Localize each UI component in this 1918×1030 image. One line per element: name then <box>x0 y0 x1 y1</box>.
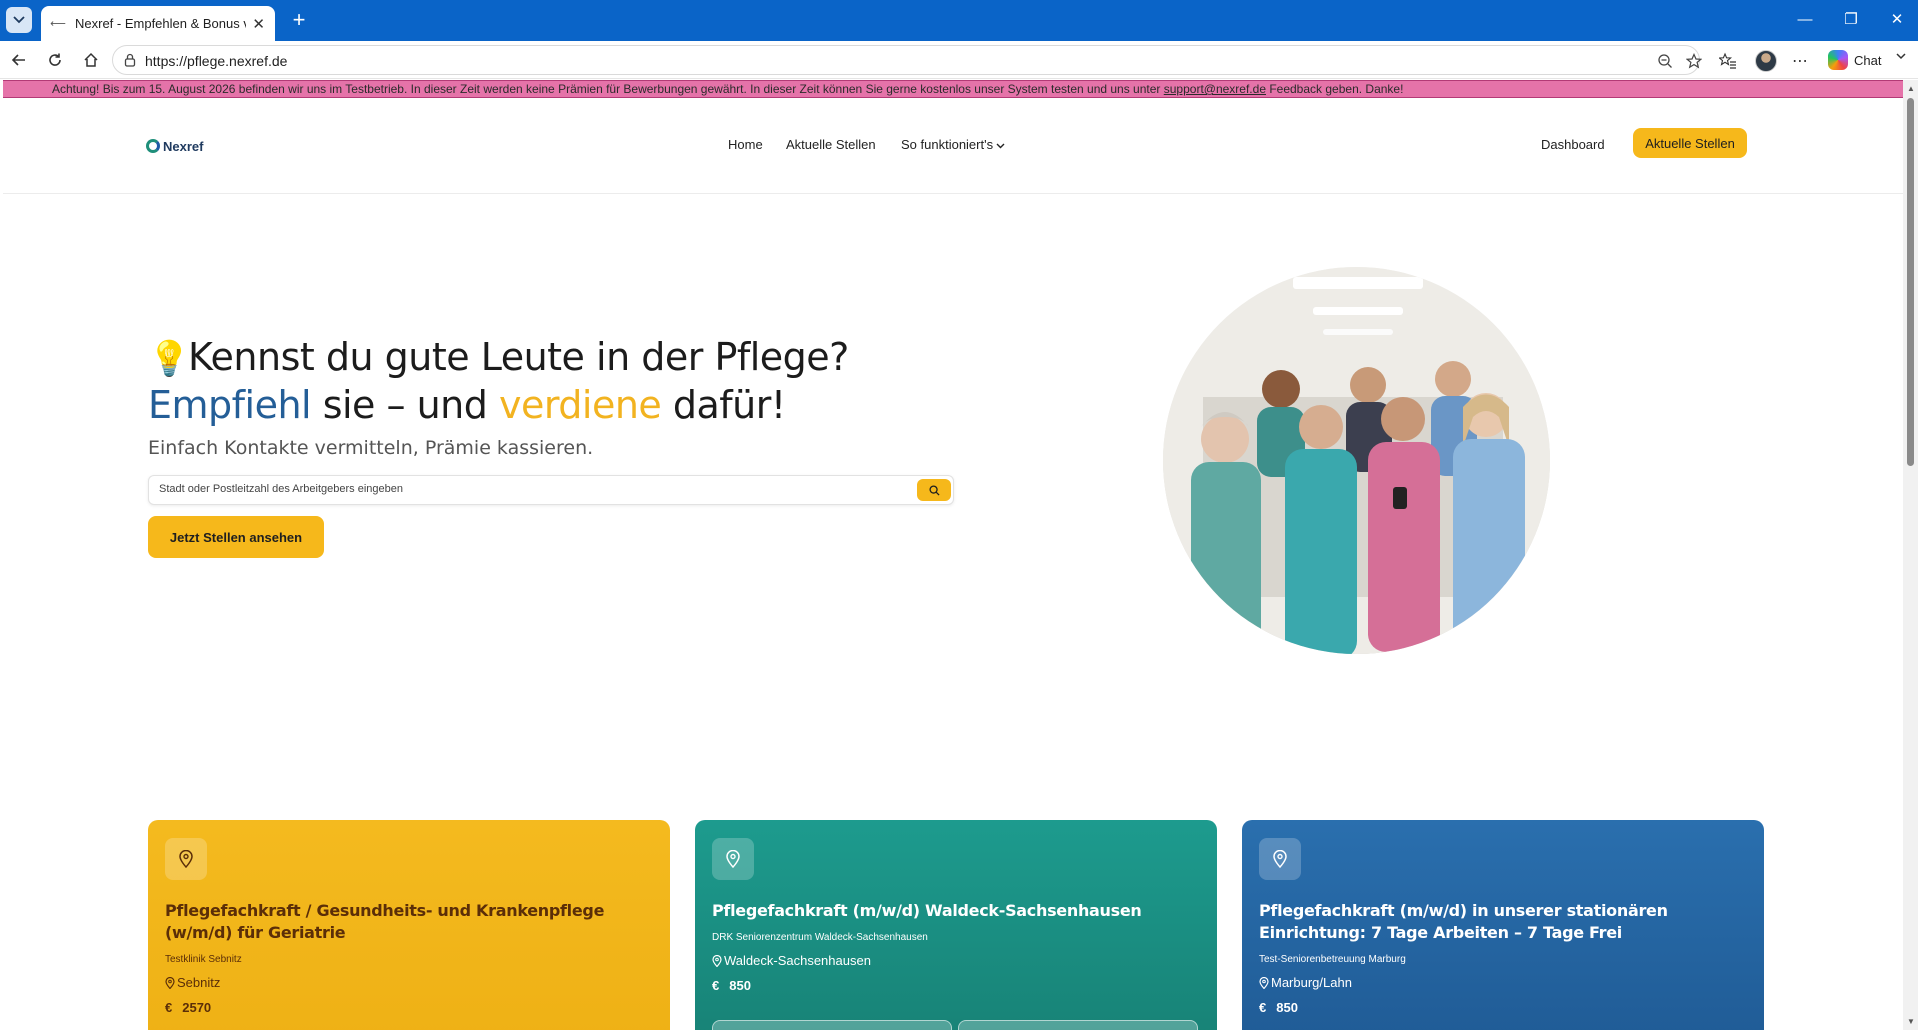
job-company: Test-Seniorenbetreuung Marburg <box>1259 954 1406 965</box>
job-location: Marburg/Lahn <box>1259 975 1747 990</box>
nav-how-label: So funktioniert's <box>901 137 994 152</box>
close-window-button[interactable]: ✕ <box>1886 10 1908 32</box>
browser-tab-active[interactable]: ⟵ Nexref - Empfehlen & Bonus verdienen ✕ <box>41 6 275 41</box>
logo-mark-icon <box>146 139 160 153</box>
job-card[interactable]: Pflegefachkraft (m/w/d) in unserer stati… <box>1242 820 1764 1030</box>
notice-text: Achtung! Bis zum 15. August 2026 befinde… <box>52 82 1164 96</box>
nav-dashboard[interactable]: Dashboard <box>1541 137 1605 152</box>
map-pin-icon <box>165 976 175 989</box>
hero-word-sie-und: sie – und <box>311 383 499 427</box>
back-button[interactable] <box>8 49 30 71</box>
search-icon <box>928 484 940 496</box>
tab-actions-button[interactable] <box>6 7 32 33</box>
restore-button[interactable]: ❐ <box>1840 10 1862 32</box>
job-bonus: € 850 <box>712 978 1200 993</box>
browser-toolbar: https://pflege.nexref.de ⋯ Chat <box>0 41 1918 79</box>
hero-word-dafuer: dafür! <box>661 383 786 427</box>
euro-icon: € <box>712 978 720 993</box>
tab-title: Nexref - Empfehlen & Bonus verdienen <box>75 16 246 31</box>
page-viewport: Achtung! Bis zum 15. August 2026 befinde… <box>3 80 1903 1030</box>
job-bonus: € 2570 <box>165 1000 653 1015</box>
job-bonus-amount: 850 <box>1276 1000 1298 1015</box>
nav-home[interactable]: Home <box>728 137 763 152</box>
job-card[interactable]: Pflegefachkraft (m/w/d) Waldeck-Sachsenh… <box>695 820 1217 1030</box>
chevron-down-icon[interactable] <box>1896 53 1906 60</box>
notice-text-end: Feedback geben. Danke! <box>1266 82 1404 96</box>
copilot-chat-button[interactable]: Chat <box>1828 49 1881 71</box>
hero-line-1: Kennst du gute Leute in der Pflege? <box>188 335 849 379</box>
close-tab-icon[interactable]: ✕ <box>252 15 265 33</box>
arrow-left-icon <box>11 54 25 66</box>
map-pin-icon <box>712 954 722 967</box>
nexref-logo[interactable]: Nexref <box>146 110 224 182</box>
chevron-down-icon <box>996 143 1005 149</box>
job-bonus: € 850 <box>1259 1000 1747 1015</box>
address-bar[interactable]: https://pflege.nexref.de <box>112 45 1703 75</box>
site-header: Nexref Home Aktuelle Stellen So funktion… <box>3 98 1903 194</box>
search-button[interactable] <box>917 479 951 501</box>
chat-label: Chat <box>1854 52 1882 68</box>
zoom-out-icon[interactable] <box>1656 52 1674 70</box>
job-title[interactable]: Pflegefachkraft (m/w/d) Waldeck-Sachsenh… <box>712 900 1200 922</box>
new-tab-button[interactable]: + <box>287 9 311 33</box>
scroll-down-arrow-icon[interactable]: ▼ <box>1907 1017 1915 1026</box>
favorite-star-icon[interactable] <box>1685 52 1703 70</box>
tab-favicon-icon: ⟵ <box>50 18 66 30</box>
home-icon <box>84 52 98 67</box>
job-title[interactable]: Pflegefachkraft / Gesundheits- und Krank… <box>165 900 653 944</box>
scrollbar-thumb[interactable] <box>1907 98 1914 466</box>
browser-titlebar: ⟵ Nexref - Empfehlen & Bonus verdienen ✕… <box>0 0 1918 41</box>
view-jobs-button[interactable]: Jetzt Stellen ansehen <box>148 516 324 558</box>
job-action-button[interactable] <box>712 1020 952 1030</box>
job-company: Testklinik Sebnitz <box>165 954 242 965</box>
map-pin-icon <box>1259 838 1301 880</box>
nav-current-jobs[interactable]: Aktuelle Stellen <box>786 137 876 152</box>
support-email-link[interactable]: support@nexref.de <box>1164 82 1266 96</box>
job-card-actions <box>712 1020 1198 1030</box>
map-pin-icon <box>712 838 754 880</box>
euro-icon: € <box>165 1000 173 1015</box>
minimize-button[interactable]: — <box>1794 10 1816 32</box>
job-bonus-amount: 2570 <box>182 1000 212 1015</box>
hero-word-empfiehl: Empfiehl <box>148 383 312 427</box>
job-company: DRK Seniorenzentrum Waldeck-Sachsenhause… <box>712 932 928 943</box>
hero-headline: 💡Kennst du gute Leute in der Pflege? Emp… <box>148 334 908 428</box>
job-card[interactable]: Pflegefachkraft / Gesundheits- und Krank… <box>148 820 670 1030</box>
job-location-text: Sebnitz <box>177 975 221 990</box>
profile-avatar[interactable] <box>1755 50 1777 72</box>
hero-word-verdiene: verdiene <box>498 383 662 427</box>
job-title[interactable]: Pflegefachkraft (m/w/d) in unserer stati… <box>1259 900 1747 944</box>
nursing-team-illustration <box>1163 267 1550 654</box>
test-mode-notice-banner: Achtung! Bis zum 15. August 2026 befinde… <box>3 80 1903 98</box>
current-jobs-cta-button[interactable]: Aktuelle Stellen <box>1633 128 1747 158</box>
more-options-icon[interactable]: ⋯ <box>1790 51 1810 71</box>
reload-button[interactable] <box>44 49 66 71</box>
nursing-team-photo <box>1163 267 1550 654</box>
job-location: Waldeck-Sachsenhausen <box>712 953 1200 968</box>
reload-icon <box>49 53 61 66</box>
favorites-icon[interactable] <box>1718 51 1738 71</box>
job-location-text: Marburg/Lahn <box>1271 975 1352 990</box>
euro-icon: € <box>1259 1000 1267 1015</box>
location-search <box>148 475 954 505</box>
scroll-up-arrow-icon[interactable]: ▲ <box>1907 84 1915 93</box>
home-button[interactable] <box>80 49 102 71</box>
job-bonus-amount: 850 <box>729 978 751 993</box>
chevron-down-icon <box>13 16 25 24</box>
url-text[interactable]: https://pflege.nexref.de <box>145 53 287 69</box>
hero-subtitle: Einfach Kontakte vermitteln, Prämie kass… <box>148 437 594 459</box>
map-pin-icon <box>165 838 207 880</box>
logo-text: Nexref <box>163 138 204 154</box>
lock-icon[interactable] <box>123 53 137 67</box>
location-search-input[interactable] <box>159 483 899 495</box>
page-scrollbar[interactable]: ▲ ▼ <box>1903 80 1918 1030</box>
nav-how-it-works[interactable]: So funktioniert's <box>901 137 1005 152</box>
copilot-icon <box>1828 50 1848 70</box>
job-location: Sebnitz <box>165 975 653 990</box>
lightbulb-icon: 💡 <box>148 339 190 379</box>
job-location-text: Waldeck-Sachsenhausen <box>724 953 871 968</box>
map-pin-icon <box>1259 976 1269 989</box>
job-action-button[interactable] <box>958 1020 1198 1030</box>
